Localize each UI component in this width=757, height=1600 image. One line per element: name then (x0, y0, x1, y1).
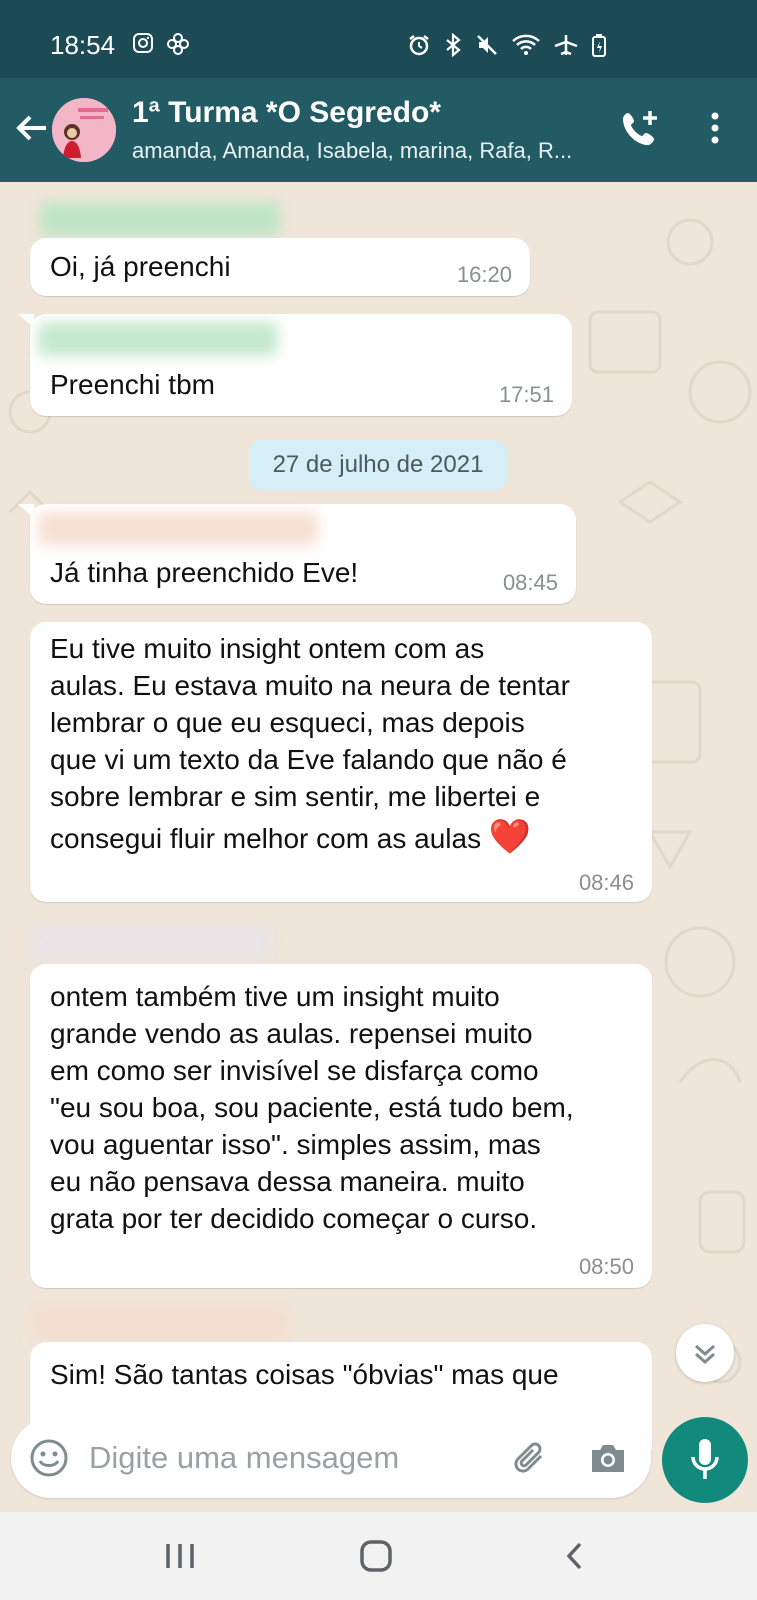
message-line: aulas. Eu estava muito na neura de tenta… (50, 670, 570, 701)
message-text: Sim! São tantas coisas "óbvias" mas que (50, 1359, 559, 1390)
voice-message-button[interactable] (662, 1417, 748, 1503)
message-line: grande vendo as aulas. repensei muito (50, 1018, 533, 1049)
mute-icon (477, 35, 497, 55)
pinwheel-icon (167, 33, 189, 55)
back-icon[interactable] (560, 1538, 590, 1574)
sender-name-blurred (38, 322, 278, 356)
date-divider: 27 de julho de 2021 (249, 440, 507, 490)
message-bubble[interactable]: Eu tive muito insight ontem com as aulas… (30, 622, 652, 902)
message-line: lembrar o que eu esqueci, mas depois (50, 707, 525, 738)
emoji-icon[interactable] (29, 1438, 69, 1478)
message-bubble[interactable]: Oi, já preenchi 16:20 (30, 238, 530, 296)
sender-name-blurred (40, 202, 280, 236)
message-bubble[interactable]: Preenchi tbm 17:51 (30, 314, 572, 416)
message-line: sobre lembrar e sim sentir, me libertei … (50, 781, 541, 812)
message-line: que vi um texto da Eve falando que não é (50, 744, 567, 775)
microphone-icon (691, 1439, 719, 1479)
message-line-text: consegui fluir melhor com as aulas (50, 823, 482, 854)
wifi-icon (512, 34, 540, 55)
message-text: Eu tive muito insight ontem com as aulas… (50, 630, 570, 857)
message-text: ontem também tive um insight muito grand… (50, 978, 574, 1237)
alarm-icon (409, 35, 429, 56)
home-icon[interactable] (356, 1536, 396, 1576)
sender-name-blurred (38, 512, 318, 546)
back-arrow-icon[interactable] (12, 108, 52, 148)
system-navigation-bar (0, 1512, 757, 1600)
sender-name-blurred (30, 1306, 290, 1340)
message-time: 08:46 (578, 870, 634, 895)
status-bar: 18:54 (0, 0, 757, 78)
battery-icon (592, 34, 606, 57)
message-line: grata por ter decidido começar o curso. (50, 1203, 538, 1234)
add-call-icon[interactable] (620, 108, 660, 148)
message-line: vou aguentar isso". simples assim, mas (50, 1129, 541, 1160)
chat-header: 1ª Turma *O Segredo* amanda, Amanda, Isa… (0, 78, 757, 182)
message-line: ontem também tive um insight muito (50, 981, 500, 1012)
message-line: "eu sou boa, sou paciente, está tudo bem… (50, 1092, 574, 1123)
message-line: Eu tive muito insight ontem com as (50, 633, 485, 664)
avatar-image (52, 98, 116, 162)
attach-icon[interactable] (511, 1438, 551, 1478)
more-options-icon[interactable] (700, 108, 730, 148)
message-text: Já tinha preenchido Eve! (50, 557, 359, 588)
chat-area[interactable]: Oi, já preenchi 16:20 Preenchi tbm 17:51… (0, 182, 757, 1512)
sender-name-blurred (30, 926, 270, 960)
group-avatar[interactable] (52, 98, 116, 162)
bluetooth-icon (446, 33, 461, 57)
message-time: 08:50 (578, 1254, 634, 1279)
double-chevron-down-icon (695, 1344, 715, 1365)
message-text: Oi, já preenchi (50, 251, 231, 282)
status-time: 18:54 (50, 30, 116, 60)
scroll-to-bottom-button[interactable] (676, 1324, 734, 1382)
group-members[interactable]: amanda, Amanda, Isabela, marina, Rafa, R… (132, 138, 602, 164)
group-title[interactable]: 1ª Turma *O Segredo* (132, 96, 441, 130)
message-time: 16:20 (456, 262, 512, 287)
message-bubble[interactable]: Já tinha preenchido Eve! 08:45 (30, 504, 576, 604)
message-bubble[interactable]: ontem também tive um insight muito grand… (30, 964, 652, 1288)
status-left-icons (132, 32, 190, 56)
message-composer[interactable]: Digite uma mensagem (11, 1418, 651, 1498)
message-line: consegui fluir melhor com as aulas ❤️ (50, 819, 570, 857)
heart-emoji: ❤️ (488, 818, 532, 856)
airplane-icon (554, 35, 578, 56)
recent-apps-icon[interactable] (160, 1538, 200, 1574)
message-line: eu não pensava dessa maneira. muito (50, 1166, 525, 1197)
message-line: em como ser invisível se disfarça como (50, 1055, 539, 1086)
message-text: Preenchi tbm (50, 369, 215, 400)
camera-icon[interactable] (587, 1438, 629, 1478)
message-time: 17:51 (498, 382, 554, 407)
message-time: 08:45 (502, 570, 558, 595)
instagram-icon (133, 33, 153, 53)
message-input[interactable]: Digite uma mensagem (89, 1440, 399, 1476)
status-right-icons (407, 33, 607, 57)
